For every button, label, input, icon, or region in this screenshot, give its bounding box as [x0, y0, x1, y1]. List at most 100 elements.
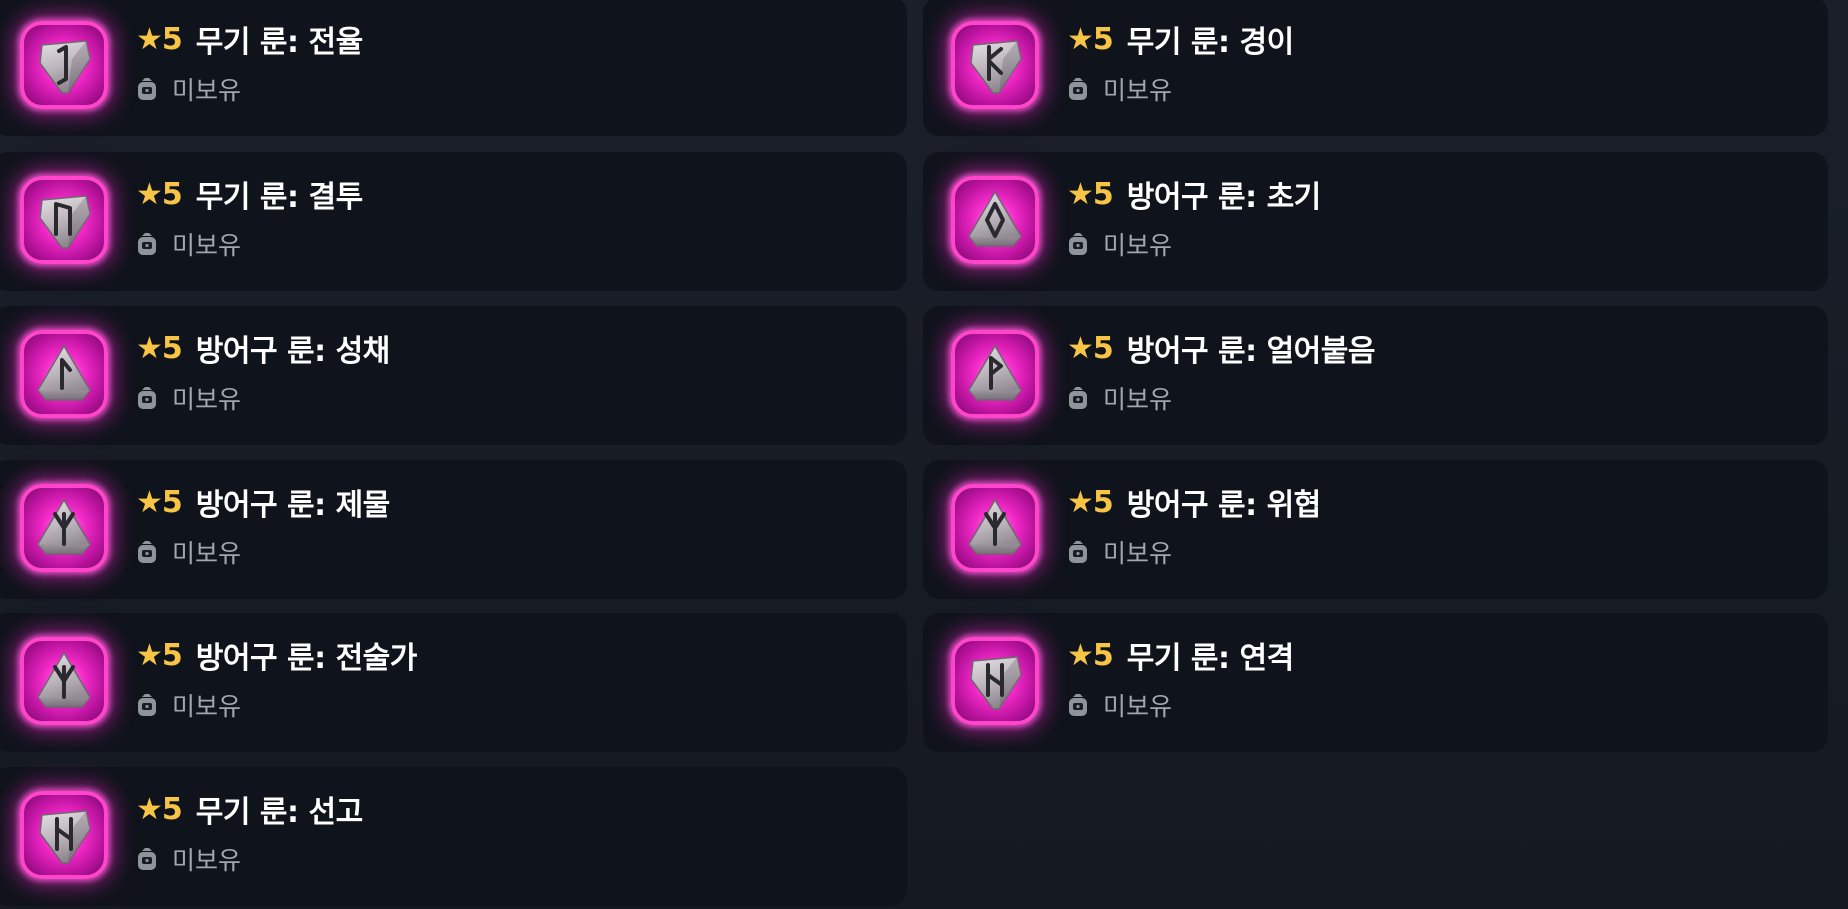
rune-icon: [951, 330, 1039, 418]
rune-hagalaz-icon: [959, 645, 1031, 717]
rune-icon: [951, 176, 1039, 264]
rune-name: 무기 룬: 전율: [195, 25, 363, 60]
rune-laguz-icon: [28, 338, 100, 410]
rune-algiz-icon: [959, 492, 1031, 564]
rune-title-row: ★5 방어구 룬: 초기: [1067, 174, 1322, 216]
ownership-status: 미보유: [172, 846, 242, 875]
rune-card[interactable]: ★5 무기 룬: 결투미보유: [0, 152, 907, 291]
star-grade-label: ★5: [1067, 330, 1114, 366]
rune-hagalaz-icon: [28, 799, 100, 871]
rune-card[interactable]: ★5 무기 룬: 연격미보유: [923, 613, 1828, 752]
rune-kenaz-icon: [959, 29, 1031, 101]
ownership-status-row: 미보유: [1067, 229, 1173, 260]
bag-icon: [1067, 77, 1089, 101]
rune-icon: [20, 21, 108, 109]
bag-icon: [136, 232, 158, 256]
rune-title-row: ★5 무기 룬: 결투: [136, 174, 363, 216]
rune-name: 방어구 룬: 위협: [1126, 488, 1322, 523]
ownership-status: 미보유: [172, 76, 242, 105]
rune-grid: ★5 무기 룬: 전율 미보유 ★5 무기 룬: 경이 미보유 ★5 무기 룬: 결투 미보유 ★…: [0, 0, 1848, 909]
ownership-status-row: 미보유: [136, 690, 242, 721]
rune-icon: [20, 176, 108, 264]
star-grade-label: ★5: [136, 791, 183, 827]
rune-title-row: ★5 무기 룬: 경이: [1067, 19, 1294, 61]
ownership-status-row: 미보유: [136, 844, 242, 875]
bag-icon: [1067, 540, 1089, 564]
rune-icon: [951, 637, 1039, 725]
rune-title-row: ★5 무기 룬: 선고: [136, 789, 363, 831]
star-grade-label: ★5: [136, 330, 183, 366]
bag-icon: [136, 540, 158, 564]
rune-card[interactable]: ★5 무기 룬: 경이미보유: [923, 0, 1828, 136]
bag-icon: [1067, 386, 1089, 410]
rune-icon: [20, 791, 108, 879]
rune-name: 방어구 룬: 전술가: [195, 641, 418, 676]
rune-title-row: ★5 무기 룬: 연격: [1067, 635, 1294, 677]
rune-algiz-icon: [28, 645, 100, 717]
ownership-status: 미보유: [172, 692, 242, 721]
rune-card[interactable]: ★5 방어구 룬: 초기미보유: [923, 152, 1828, 291]
rune-card[interactable]: ★5 방어구 룬: 성채미보유: [0, 306, 907, 445]
rune-title-row: ★5 방어구 룬: 전술가: [136, 635, 418, 677]
ownership-status: 미보유: [172, 539, 242, 568]
ownership-status: 미보유: [1103, 385, 1173, 414]
rune-icon: [951, 21, 1039, 109]
star-grade-label: ★5: [136, 484, 183, 520]
ownership-status-row: 미보유: [1067, 383, 1173, 414]
rune-icon: [951, 484, 1039, 572]
bag-icon: [136, 847, 158, 871]
rune-icon: [20, 330, 108, 418]
rune-name: 무기 룬: 결투: [195, 180, 363, 215]
rune-title-row: ★5 방어구 룬: 얼어붙음: [1067, 328, 1376, 370]
rune-name: 방어구 룬: 제물: [195, 488, 391, 523]
rune-card[interactable]: ★5 방어구 룬: 제물미보유: [0, 460, 907, 599]
star-grade-label: ★5: [1067, 21, 1114, 57]
ownership-status: 미보유: [1103, 539, 1173, 568]
rune-title-row: ★5 무기 룬: 전율: [136, 19, 363, 61]
rune-name: 무기 룬: 경이: [1126, 25, 1294, 60]
star-grade-label: ★5: [1067, 176, 1114, 212]
bag-icon: [136, 77, 158, 101]
rune-icon: [20, 484, 108, 572]
rune-title-row: ★5 방어구 룬: 성채: [136, 328, 391, 370]
star-grade-label: ★5: [136, 176, 183, 212]
ownership-status: 미보유: [1103, 231, 1173, 260]
rune-title-row: ★5 방어구 룬: 제물: [136, 482, 391, 524]
ownership-status: 미보유: [172, 231, 242, 260]
rune-algiz-icon: [28, 492, 100, 564]
bag-icon: [136, 693, 158, 717]
ownership-status-row: 미보유: [1067, 690, 1173, 721]
rune-eihwaz-icon: [28, 29, 100, 101]
bag-icon: [1067, 693, 1089, 717]
rune-card[interactable]: ★5 무기 룬: 선고미보유: [0, 767, 907, 906]
rune-name: 무기 룬: 선고: [195, 795, 363, 830]
star-grade-label: ★5: [136, 21, 183, 57]
rune-title-row: ★5 방어구 룬: 위협: [1067, 482, 1322, 524]
ownership-status-row: 미보유: [136, 383, 242, 414]
star-grade-label: ★5: [136, 637, 183, 673]
ownership-status-row: 미보유: [1067, 74, 1173, 105]
rune-name: 방어구 룬: 초기: [1126, 180, 1322, 215]
ownership-status: 미보유: [1103, 76, 1173, 105]
rune-card[interactable]: ★5 무기 룬: 전율미보유: [0, 0, 907, 136]
ownership-status-row: 미보유: [136, 537, 242, 568]
rune-wunjo-icon: [959, 338, 1031, 410]
rune-card[interactable]: ★5 방어구 룬: 전술가미보유: [0, 613, 907, 752]
ownership-status: 미보유: [1103, 692, 1173, 721]
rune-uruz-icon: [28, 184, 100, 256]
rune-icon: [20, 637, 108, 725]
ownership-status-row: 미보유: [136, 229, 242, 260]
star-grade-label: ★5: [1067, 637, 1114, 673]
rune-name: 방어구 룬: 성채: [195, 334, 391, 369]
ownership-status-row: 미보유: [1067, 537, 1173, 568]
rune-name: 방어구 룬: 얼어붙음: [1126, 334, 1376, 369]
bag-icon: [1067, 232, 1089, 256]
ownership-status: 미보유: [172, 385, 242, 414]
rune-ingwaz-icon: [959, 184, 1031, 256]
star-grade-label: ★5: [1067, 484, 1114, 520]
rune-card[interactable]: ★5 방어구 룬: 위협미보유: [923, 460, 1828, 599]
bag-icon: [136, 386, 158, 410]
ownership-status-row: 미보유: [136, 74, 242, 105]
rune-card[interactable]: ★5 방어구 룬: 얼어붙음미보유: [923, 306, 1828, 445]
rune-name: 무기 룬: 연격: [1126, 641, 1294, 676]
